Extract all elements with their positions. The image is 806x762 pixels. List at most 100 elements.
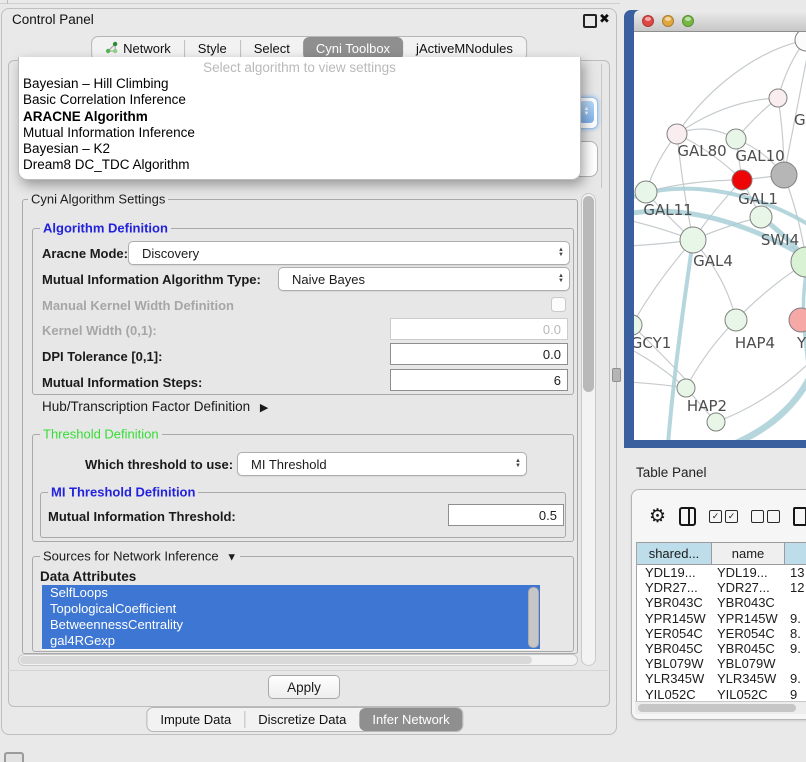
network-node-label: GAL1 [738,190,778,208]
table-row[interactable]: YDL19...YDL19...13 [637,565,806,580]
unchecked-box-icon [767,510,780,523]
aracne-mode-combobox[interactable]: Discovery ▲▼ [128,241,570,265]
mi-type-label: Mutual Information Algorithm Type: [42,272,261,287]
gear-icon[interactable]: ⚙ [649,507,666,526]
algorithm-option-list: Bayesian – Hill ClimbingBasic Correlatio… [19,76,580,174]
network-node-gal4[interactable] [680,227,706,253]
deselect-columns-icon[interactable] [751,510,780,523]
network-edge [716,362,806,422]
file-icon[interactable] [793,507,806,526]
network-node-label: HAP2 [687,397,727,415]
table-row[interactable]: YLR345WYLR345W9. [637,671,806,686]
network-canvas[interactable]: GALGAL80GAL10GAL1GAL11GAL4SWI4GCY1HAP4YH… [634,32,806,440]
mi-threshold-field[interactable]: 0.5 [448,504,564,526]
table-cell: 12 [785,580,806,595]
network-node-gal[interactable] [769,89,787,107]
table-column-header[interactable]: name [712,543,785,564]
kernel-width-label: Kernel Width (0,1): [42,323,157,338]
network-node-label: GAL [794,111,806,129]
network-node-hap2[interactable] [677,379,695,397]
attribute-list-item[interactable]: gal4RGexp [42,633,540,649]
split-view-icon[interactable] [679,507,696,526]
attribute-list-item[interactable]: BetweennessCentrality [42,617,540,633]
network-edge [677,98,778,134]
algorithm-option[interactable]: Basic Correlation Inference [19,92,580,108]
table-panel-title: Table Panel [636,465,707,480]
hub-definition-expander[interactable]: Hub/Transcription Factor Definition ▶ [42,399,268,414]
tab-discretize-data[interactable]: Discretize Data [245,708,359,731]
table-row[interactable]: YER054CYER054C8. [637,626,806,641]
kernel-width-field[interactable]: 0.0 [390,318,568,340]
close-icon[interactable]: ✖ [599,11,610,27]
attribute-list-item[interactable]: TopologicalCoefficient [42,601,540,617]
top-divider [0,3,620,4]
settings-scrollbar-thumb[interactable] [583,196,594,392]
table-cell: YDL19... [637,565,712,580]
table-hscrollbar-thumb[interactable] [638,704,796,712]
sources-group-title[interactable]: Sources for Network Inference ▼ [40,549,240,564]
network-node[interactable] [707,413,725,431]
network-node[interactable] [795,32,806,51]
tab-label: Network [123,41,171,56]
application-window: Control Panel ✖ NetworkStyleSelectCyni T… [0,0,806,762]
dpi-tolerance-field[interactable]: 0.0 [390,343,568,365]
tab-infer-network[interactable]: Infer Network [359,708,462,731]
network-window-titlebar[interactable] [634,10,806,32]
float-panel-icon[interactable] [583,14,597,28]
algorithm-option[interactable]: Mutual Information Inference [19,125,580,141]
mi-threshold-label: Mutual Information Threshold: [48,509,236,524]
table-row[interactable]: YPR145WYPR145W9. [637,611,806,626]
table-cell: YDR27... [637,580,712,595]
network-node-gal11[interactable] [635,181,657,203]
manual-kernel-checkbox[interactable] [551,297,566,312]
apply-button[interactable]: Apply [268,675,340,699]
algorithm-definition-title: Algorithm Definition [40,221,171,236]
table-row[interactable]: YBL079WYBL079W [637,656,806,671]
network-node-hap4[interactable] [725,309,747,331]
algorithm-dropdown-popup: Select algorithm to view settings Bayesi… [18,57,581,180]
panel-splitter-handle[interactable] [612,368,621,382]
combobox-value: MI Threshold [251,457,327,472]
table-row[interactable]: YDR27...YDR27...12 [637,580,806,595]
algorithm-option[interactable]: Dream8 DC_TDC Algorithm [19,157,580,173]
close-window-icon[interactable] [642,15,654,27]
mi-type-combobox[interactable]: Naive Bayes ▲▼ [278,267,570,291]
table-cell: YBR043C [637,595,712,610]
list-scrollbar-thumb[interactable] [528,587,539,648]
network-node-gal80[interactable] [667,124,687,144]
network-node[interactable] [771,162,797,188]
network-node-y[interactable] [789,308,806,332]
select-columns-icon[interactable]: ✓ ✓ [709,510,738,523]
zoom-window-icon[interactable] [682,15,694,27]
network-node-gal1[interactable] [750,206,772,228]
table-row[interactable]: YBR043CYBR043C [637,595,806,610]
collapse-down-icon: ▼ [226,552,237,564]
network-node[interactable] [732,170,752,190]
network-node-gal10[interactable] [726,129,746,149]
network-node-gcy1[interactable] [634,315,642,335]
table-row[interactable]: YIL052CYIL052C9 [637,687,806,702]
table-hscrollbar-track[interactable] [635,701,806,714]
table-cell: YBR043C [712,595,785,610]
mi-steps-field[interactable]: 6 [390,369,568,391]
data-attributes-label: Data Attributes [40,569,136,584]
which-threshold-combobox[interactable]: MI Threshold ▲▼ [237,452,527,476]
mini-panel-icon[interactable] [4,752,24,762]
expand-right-icon: ▶ [260,402,268,414]
tab-impute-data[interactable]: Impute Data [147,708,244,731]
table-row[interactable]: YBR045CYBR045C9. [637,641,806,656]
algorithm-option[interactable]: Bayesian – Hill Climbing [19,76,580,92]
network-node-label: GAL10 [735,147,784,165]
stepper-icon: ▲▼ [558,274,564,285]
algorithm-option[interactable]: ARACNE Algorithm [19,109,580,125]
table-cell: 9. [785,611,806,626]
table-cell: 9. [785,671,806,686]
attribute-list-item[interactable]: SelfLoops [42,585,540,601]
settings-hscrollbar-thumb[interactable] [20,656,532,664]
table-column-header[interactable]: shared... [637,543,712,564]
aracne-mode-label: Aracne Mode: [42,246,128,261]
minimize-window-icon[interactable] [662,15,674,27]
table-cell: YBL079W [637,656,712,671]
table-column-header[interactable] [785,543,806,564]
algorithm-option[interactable]: Bayesian – K2 [19,141,580,157]
